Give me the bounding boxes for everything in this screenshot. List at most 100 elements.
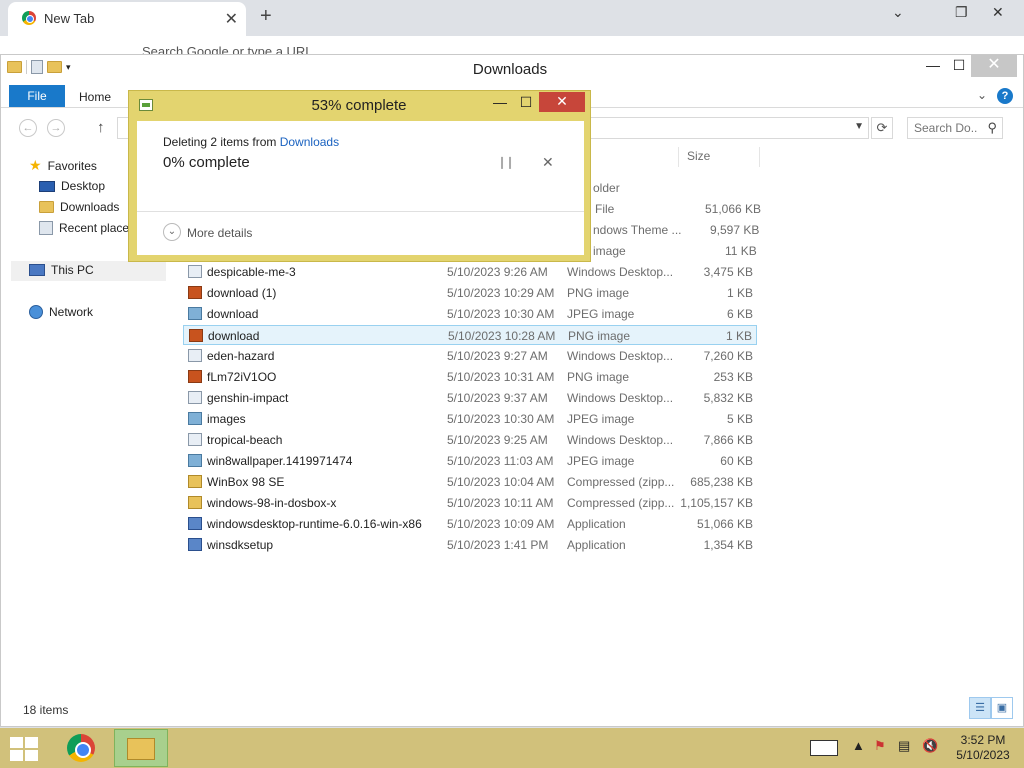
file-name: genshin-impact [207, 391, 289, 405]
file-type: Application [567, 538, 626, 552]
nav-favorites[interactable]: ★ Favorites [29, 157, 97, 174]
theme-file-icon [188, 433, 202, 446]
file-row[interactable]: images 5/10/2023 10:30 AM JPEG image 5 KB [183, 409, 757, 429]
nav-label: This PC [51, 263, 94, 277]
file-row[interactable]: eden-hazard 5/10/2023 9:27 AM Windows Desk… [183, 346, 757, 366]
file-row[interactable]: download (1) 5/10/2023 10:29 AM PNG image 1… [183, 283, 757, 303]
file-type: Compressed (zipp... [567, 475, 675, 489]
nav-label: Downloads [60, 200, 120, 214]
close-icon[interactable]: ✕ [992, 4, 1004, 21]
file-name: images [207, 412, 246, 426]
file-size: 1 KB [725, 329, 752, 343]
file-date: 5/10/2023 9:27 AM [447, 349, 548, 363]
maximize-button[interactable]: ☐ [944, 55, 974, 77]
new-tab-button[interactable]: + [260, 5, 272, 28]
search-input[interactable] [908, 118, 980, 138]
taskbar-chrome[interactable] [58, 730, 104, 766]
nav-this-pc[interactable]: This PC [29, 263, 94, 277]
file-size: 5,832 KB [703, 391, 753, 405]
nav-label: Recent places [59, 221, 136, 235]
nav-downloads[interactable]: Downloads [39, 200, 119, 214]
close-button[interactable]: ✕ [971, 55, 1017, 77]
file-size: 7,866 KB [703, 433, 753, 447]
file-row[interactable]: genshin-impact 5/10/2023 9:37 AM Windows D… [183, 388, 757, 408]
partial-size: 51,066 KB [705, 202, 762, 216]
nav-recent-places[interactable]: Recent places [39, 221, 135, 235]
chrome-tab-icon [22, 11, 36, 25]
keyboard-icon[interactable] [810, 740, 838, 756]
tab-home[interactable]: Home [79, 90, 111, 104]
window-title: Downloads [472, 61, 548, 78]
close-tab-icon[interactable]: ✕ [225, 9, 238, 29]
file-row[interactable]: tropical-beach 5/10/2023 9:25 AM Windows D… [183, 430, 757, 450]
chevron-down-icon[interactable]: ▼ [854, 121, 864, 132]
details-view-button[interactable]: ☰ [969, 697, 991, 719]
network-icon [29, 305, 43, 319]
chrome-tab[interactable]: New Tab ✕ [8, 2, 246, 36]
restore-icon[interactable]: ❐ [955, 4, 968, 21]
action-center-icon[interactable]: ⚑ [874, 738, 886, 754]
file-size: 5 KB [726, 412, 753, 426]
file-row[interactable]: despicable-me-3 5/10/2023 9:26 AM Windows … [183, 262, 757, 282]
desktop-icon [39, 180, 55, 192]
dialog-divider [137, 211, 584, 212]
computer-icon [29, 264, 45, 276]
file-row[interactable]: windows-98-in-dosbox-x 5/10/2023 10:11 AM… [183, 493, 757, 513]
theme-file-icon [188, 265, 202, 278]
pause-button[interactable]: ❙❙ [497, 155, 515, 169]
file-row[interactable]: download 5/10/2023 10:30 AM JPEG image 6 KB [183, 304, 757, 324]
downloads-link[interactable]: Downloads [280, 135, 339, 149]
up-button[interactable]: ↑ [97, 119, 105, 136]
file-date: 5/10/2023 11:03 AM [447, 454, 554, 468]
refresh-button[interactable]: ⟳ [871, 117, 893, 139]
file-type: PNG image [567, 370, 630, 384]
file-type: JPEG image [567, 307, 635, 321]
dialog-close-button[interactable]: ✕ [539, 92, 585, 112]
column-divider[interactable] [678, 147, 679, 167]
file-type: Compressed (zipp... [567, 496, 675, 510]
back-button[interactable]: ← [19, 119, 37, 137]
search-box[interactable]: ⚲ [907, 117, 1003, 139]
nav-desktop[interactable]: Desktop [39, 179, 105, 193]
search-icon: ⚲ [987, 120, 997, 135]
file-type: Application [567, 517, 626, 531]
more-details-button[interactable]: More details [187, 226, 252, 240]
file-type: Windows Desktop... [567, 265, 674, 279]
large-icons-view-button[interactable]: ▣ [991, 697, 1013, 719]
nav-network[interactable]: Network [29, 305, 93, 319]
file-row[interactable]: windowsdesktop-runtime-6.0.16-win-x86 5/1… [183, 514, 757, 534]
file-name: despicable-me-3 [207, 265, 296, 279]
chevron-down-icon[interactable]: ⌄ [163, 223, 181, 241]
show-hidden-icons-icon[interactable]: ▲ [852, 738, 865, 753]
status-text: Deleting 2 items from [163, 135, 280, 149]
file-row[interactable]: fLm72iV1OO 5/10/2023 10:31 AM PNG image 253… [183, 367, 757, 387]
volume-muted-icon[interactable]: 🔇 [922, 738, 938, 754]
file-name: WinBox 98 SE [207, 475, 285, 489]
clock[interactable]: 3:52 PM 5/10/2023 [950, 733, 1016, 763]
file-date: 5/10/2023 9:37 AM [447, 391, 548, 405]
forward-button[interactable]: → [47, 119, 65, 137]
dialog-maximize-button[interactable]: ☐ [513, 93, 539, 113]
downloads-folder-icon [39, 201, 54, 213]
file-row[interactable]: win8wallpaper.1419971474 5/10/2023 11:03 … [183, 451, 757, 471]
expand-ribbon-icon[interactable]: ⌄ [977, 88, 987, 102]
dialog-minimize-button[interactable]: — [487, 93, 513, 113]
theme-file-icon [188, 349, 202, 362]
column-header-size[interactable]: Size [687, 149, 710, 163]
taskbar-file-explorer[interactable] [114, 729, 168, 767]
file-row[interactable]: winsdksetup 5/10/2023 1:41 PM Application 1… [183, 535, 757, 555]
tab-file[interactable]: File [9, 85, 65, 107]
partial-size: 11 KB [725, 244, 757, 258]
explorer-titlebar[interactable]: ▾ Downloads — ☐ ✕ [1, 55, 1023, 83]
app-file-icon [188, 538, 202, 551]
start-button[interactable] [10, 737, 38, 761]
file-row[interactable]: download 5/10/2023 10:28 AM PNG image 1 KB [183, 325, 757, 345]
network-tray-icon[interactable]: ▤ [898, 738, 910, 754]
chevron-down-icon[interactable]: ⌄ [892, 4, 904, 21]
help-icon[interactable]: ? [997, 88, 1013, 104]
column-divider[interactable] [759, 147, 760, 167]
file-date: 5/10/2023 1:41 PM [447, 538, 549, 552]
star-icon: ★ [29, 157, 42, 173]
cancel-button[interactable]: ✕ [542, 154, 554, 171]
file-row[interactable]: WinBox 98 SE 5/10/2023 10:04 AM Compressed… [183, 472, 757, 492]
